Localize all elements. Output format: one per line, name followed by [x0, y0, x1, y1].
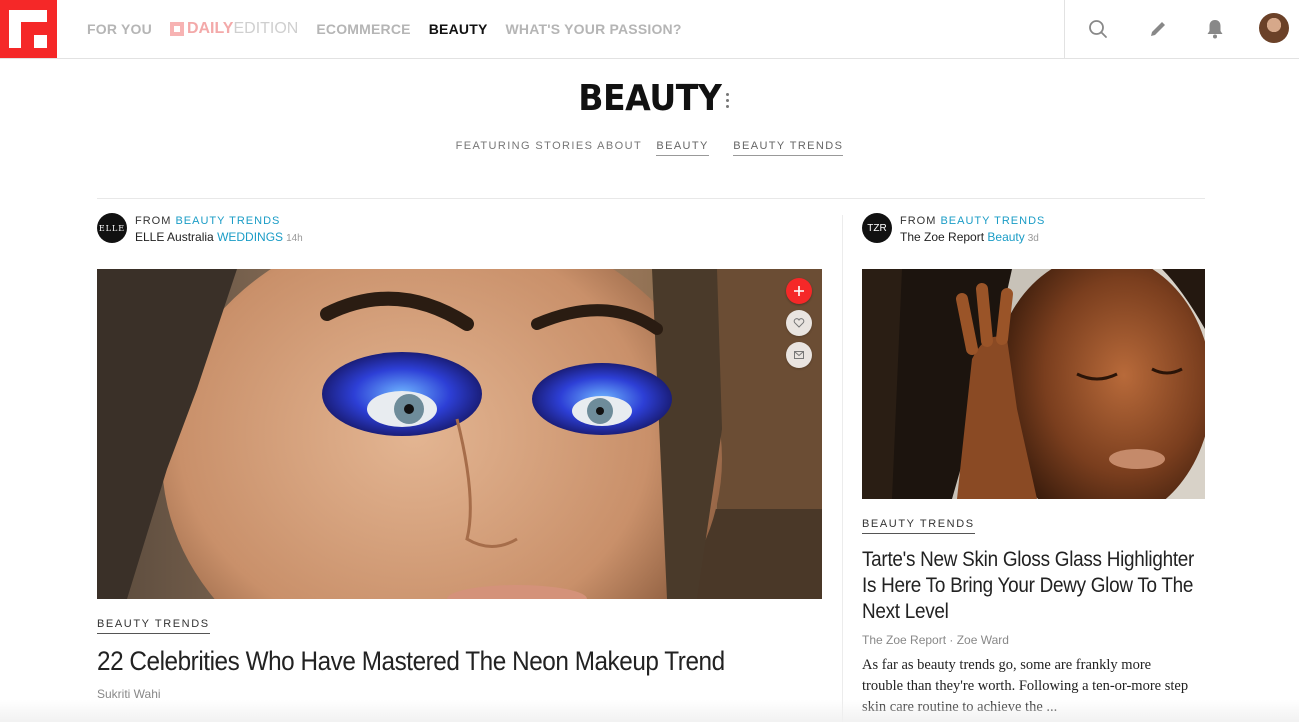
- from-label: FROM: [900, 215, 937, 227]
- heart-icon: [793, 318, 805, 328]
- source-name[interactable]: ELLE Australia: [135, 230, 214, 244]
- main-article-author: Sukriti Wahi: [97, 687, 161, 701]
- daily-edition-label-b: EDITION: [233, 20, 299, 37]
- section-divider: [97, 198, 1205, 199]
- plus-icon: [794, 286, 804, 296]
- magazine-link[interactable]: BEAUTY TRENDS: [175, 215, 280, 227]
- main-nav: FOR YOU DAILY EDITION ECOMMERCE BEAUTY W…: [87, 0, 700, 58]
- source-logo[interactable]: ELLE: [97, 213, 127, 243]
- side-article-image[interactable]: [862, 269, 1205, 499]
- bottom-fade: [0, 700, 1299, 722]
- flipboard-logo[interactable]: [0, 0, 57, 58]
- page-title: BEAUTY: [577, 78, 722, 119]
- bell-icon[interactable]: [1203, 17, 1227, 41]
- from-label: FROM: [135, 215, 172, 227]
- column-divider: [842, 215, 843, 722]
- top-bar: FOR YOU DAILY EDITION ECOMMERCE BEAUTY W…: [0, 0, 1299, 59]
- main-article-title[interactable]: 22 Celebrities Who Have Mastered The Neo…: [97, 646, 725, 677]
- flipboard-icon: [9, 10, 47, 48]
- pencil-icon[interactable]: [1146, 17, 1170, 41]
- section-link[interactable]: WEDDINGS: [217, 230, 283, 244]
- envelope-icon: [794, 351, 804, 359]
- share-button[interactable]: [786, 342, 812, 368]
- article-age: 3d: [1027, 233, 1039, 244]
- article-age: 14h: [286, 233, 303, 244]
- main-article-image[interactable]: [97, 269, 822, 599]
- featuring-bar: FEATURING STORIES ABOUT BEAUTY BEAUTY TR…: [0, 140, 1299, 156]
- topbar-divider: [1064, 0, 1065, 58]
- search-icon[interactable]: [1086, 17, 1110, 41]
- avatar[interactable]: [1259, 13, 1289, 43]
- nav-for-you[interactable]: FOR YOU: [87, 21, 152, 37]
- side-article-title[interactable]: Tarte's New Skin Gloss Glass Highlighter…: [862, 547, 1204, 625]
- hero-photo: [97, 269, 822, 599]
- section-link[interactable]: Beauty: [987, 230, 1024, 244]
- side-article-byline: The Zoe Report · Zoe Ward: [862, 633, 1009, 647]
- side-photo: [862, 269, 1205, 499]
- topic-beauty-trends[interactable]: BEAUTY TRENDS: [733, 140, 844, 156]
- topic-beauty[interactable]: BEAUTY: [656, 140, 709, 156]
- nav-daily-edition[interactable]: DAILY EDITION: [169, 20, 299, 38]
- source-logo[interactable]: TZR: [862, 213, 892, 243]
- source-name[interactable]: The Zoe Report: [900, 230, 984, 244]
- main-article-attribution: ELLE FROM BEAUTY TRENDS ELLE Australia W…: [97, 213, 303, 247]
- nav-beauty[interactable]: BEAUTY: [429, 21, 488, 37]
- like-button[interactable]: [786, 310, 812, 336]
- side-article-attribution: TZR FROM BEAUTY TRENDS The Zoe Report Be…: [862, 213, 1045, 247]
- main-article-category[interactable]: BEAUTY TRENDS: [97, 618, 210, 634]
- side-article-category[interactable]: BEAUTY TRENDS: [862, 518, 975, 534]
- nav-ecommerce[interactable]: ECOMMERCE: [316, 21, 410, 37]
- featuring-label: FEATURING STORIES ABOUT: [455, 140, 642, 152]
- daily-edition-label-a: DAILY: [186, 20, 234, 37]
- nav-whats-your-passion[interactable]: WHAT'S YOUR PASSION?: [505, 21, 681, 37]
- more-options-icon[interactable]: [722, 93, 732, 113]
- add-to-magazine-button[interactable]: [786, 278, 812, 304]
- magazine-link[interactable]: BEAUTY TRENDS: [940, 215, 1045, 227]
- daily-edition-icon: [169, 22, 184, 36]
